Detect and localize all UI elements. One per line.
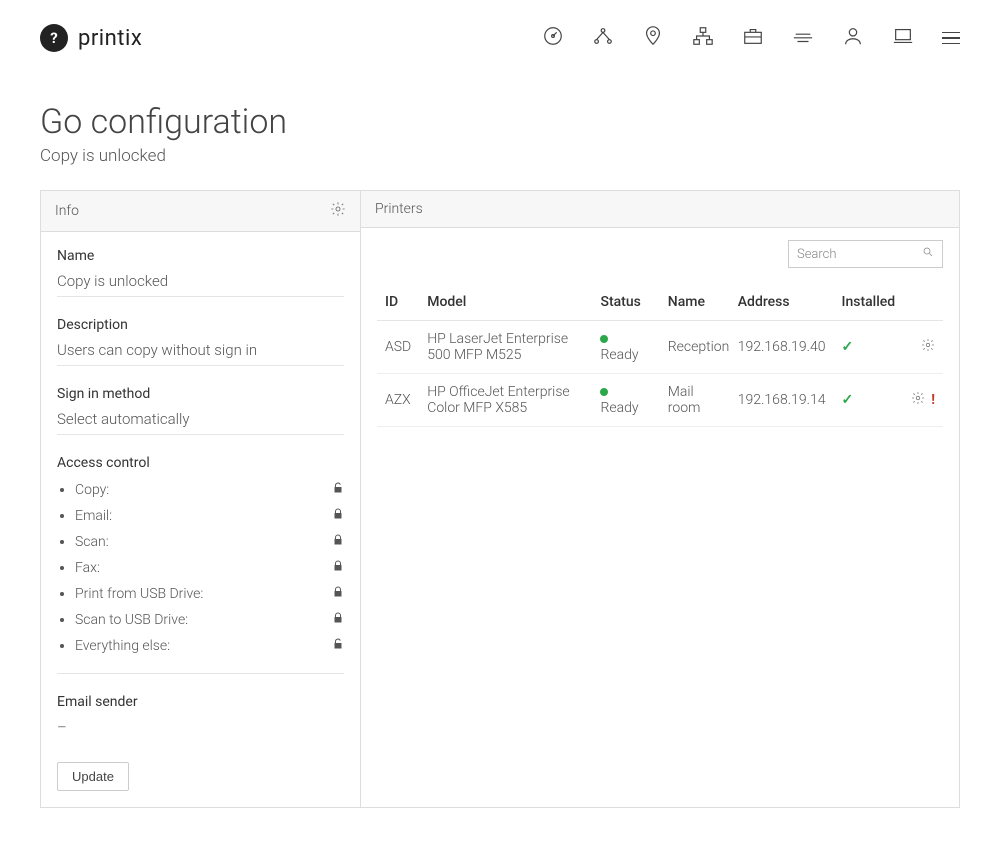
printer-search-input[interactable]: Search xyxy=(788,240,943,268)
cell-address: 192.168.19.40 xyxy=(730,321,834,374)
printers-table: ID Model Status Name Address Installed A… xyxy=(377,284,943,427)
access-control-label: Access control xyxy=(57,455,344,471)
cell-id: AZX xyxy=(377,374,419,427)
table-row[interactable]: ASDHP LaserJet Enterprise 500 MFP M525Re… xyxy=(377,321,943,374)
page-title: Go configuration xyxy=(40,102,960,142)
status-dot-icon xyxy=(600,335,608,343)
description-value: Users can copy without sign in xyxy=(57,339,344,366)
col-name[interactable]: Name xyxy=(660,284,730,321)
col-status[interactable]: Status xyxy=(592,284,659,321)
access-item: Fax: xyxy=(75,555,344,581)
row-settings-gear-icon[interactable] xyxy=(921,338,935,356)
access-item-label: Fax: xyxy=(75,560,100,576)
access-item: Print from USB Drive: xyxy=(75,581,344,607)
info-settings-gear-icon[interactable] xyxy=(330,201,346,221)
laptop-icon[interactable] xyxy=(892,25,914,51)
title-block: Go configuration Copy is unlocked xyxy=(40,102,960,166)
check-icon: ✓ xyxy=(841,339,853,355)
name-value: Copy is unlocked xyxy=(57,270,344,297)
printers-panel-header: Printers xyxy=(361,191,959,228)
lock-icon xyxy=(332,585,344,603)
cell-status: Ready xyxy=(592,374,659,427)
access-control-list: Copy: Email: Scan: Fax: Print from USB Drive… xyxy=(57,477,344,659)
briefcase-icon[interactable] xyxy=(742,25,764,51)
info-panel-title: Info xyxy=(55,203,79,219)
field-description: Description Users can copy without sign … xyxy=(57,317,344,366)
status-dot-icon xyxy=(600,388,608,396)
search-icon xyxy=(922,246,934,262)
access-item-label: Email: xyxy=(75,508,112,524)
row-settings-gear-icon[interactable] xyxy=(911,391,925,409)
access-item-label: Scan: xyxy=(75,534,109,550)
warning-icon[interactable]: ! xyxy=(931,392,935,408)
location-pin-icon[interactable] xyxy=(642,25,664,51)
cell-address: 192.168.19.14 xyxy=(730,374,834,427)
top-nav xyxy=(542,25,960,51)
page-subtitle: Copy is unlocked xyxy=(40,146,960,166)
lock-icon xyxy=(332,559,344,577)
email-sender-label: Email sender xyxy=(57,694,344,710)
field-signin: Sign in method Select automatically xyxy=(57,386,344,435)
printers-panel: Printers Search ID Model Status Name xyxy=(361,191,959,807)
brand-name: printix xyxy=(78,26,142,51)
access-item-label: Everything else: xyxy=(75,638,170,654)
brand[interactable]: ? printix xyxy=(40,24,142,52)
update-button[interactable]: Update xyxy=(57,762,129,791)
printers-panel-title: Printers xyxy=(375,201,423,217)
signin-label: Sign in method xyxy=(57,386,344,402)
col-id[interactable]: ID xyxy=(377,284,419,321)
field-email-sender: Email sender – xyxy=(57,694,344,742)
app-header: ? printix xyxy=(40,16,960,72)
col-model[interactable]: Model xyxy=(419,284,592,321)
dashboard-icon[interactable] xyxy=(542,25,564,51)
info-panel-header: Info xyxy=(41,191,360,232)
col-address[interactable]: Address xyxy=(730,284,834,321)
name-label: Name xyxy=(57,248,344,264)
access-item: Email: xyxy=(75,503,344,529)
lock-icon xyxy=(332,533,344,551)
cell-name: Reception xyxy=(660,321,730,374)
field-access-control: Access control Copy: Email: Scan: Fax: Print… xyxy=(57,455,344,674)
signin-value: Select automatically xyxy=(57,408,344,435)
field-name: Name Copy is unlocked xyxy=(57,248,344,297)
cell-status: Ready xyxy=(592,321,659,374)
access-item: Scan: xyxy=(75,529,344,555)
search-placeholder: Search xyxy=(797,247,837,262)
printers-table-head: ID Model Status Name Address Installed xyxy=(377,284,943,321)
unlock-icon xyxy=(332,481,344,499)
info-panel: Info Name Copy is unlocked Description U… xyxy=(41,191,361,807)
lock-icon xyxy=(332,507,344,525)
sitemap-icon[interactable] xyxy=(692,25,714,51)
lock-icon xyxy=(332,611,344,629)
menu-icon[interactable] xyxy=(942,32,960,45)
cell-id: ASD xyxy=(377,321,419,374)
access-item-label: Print from USB Drive: xyxy=(75,586,203,602)
table-row[interactable]: AZXHP OfficeJet Enterprise Color MFP X58… xyxy=(377,374,943,427)
cell-installed: ✓ xyxy=(833,321,903,374)
access-item-label: Copy: xyxy=(75,482,109,498)
share-icon[interactable] xyxy=(592,25,614,51)
cell-installed: ✓ xyxy=(833,374,903,427)
check-icon: ✓ xyxy=(841,392,853,408)
main-columns: Info Name Copy is unlocked Description U… xyxy=(40,190,960,808)
access-item: Scan to USB Drive: xyxy=(75,607,344,633)
user-icon[interactable] xyxy=(842,25,864,51)
unlock-icon xyxy=(332,637,344,655)
description-label: Description xyxy=(57,317,344,333)
printers-table-body: ASDHP LaserJet Enterprise 500 MFP M525Re… xyxy=(377,321,943,427)
access-item: Everything else: xyxy=(75,633,344,659)
cell-model: HP OfficeJet Enterprise Color MFP X585 xyxy=(419,374,592,427)
access-item-label: Scan to USB Drive: xyxy=(75,612,188,628)
email-sender-value: – xyxy=(57,716,344,742)
print-queues-icon[interactable] xyxy=(792,25,814,51)
access-item: Copy: xyxy=(75,477,344,503)
brand-logo-icon: ? xyxy=(40,24,68,52)
cell-name: Mail room xyxy=(660,374,730,427)
col-installed[interactable]: Installed xyxy=(833,284,903,321)
cell-model: HP LaserJet Enterprise 500 MFP M525 xyxy=(419,321,592,374)
